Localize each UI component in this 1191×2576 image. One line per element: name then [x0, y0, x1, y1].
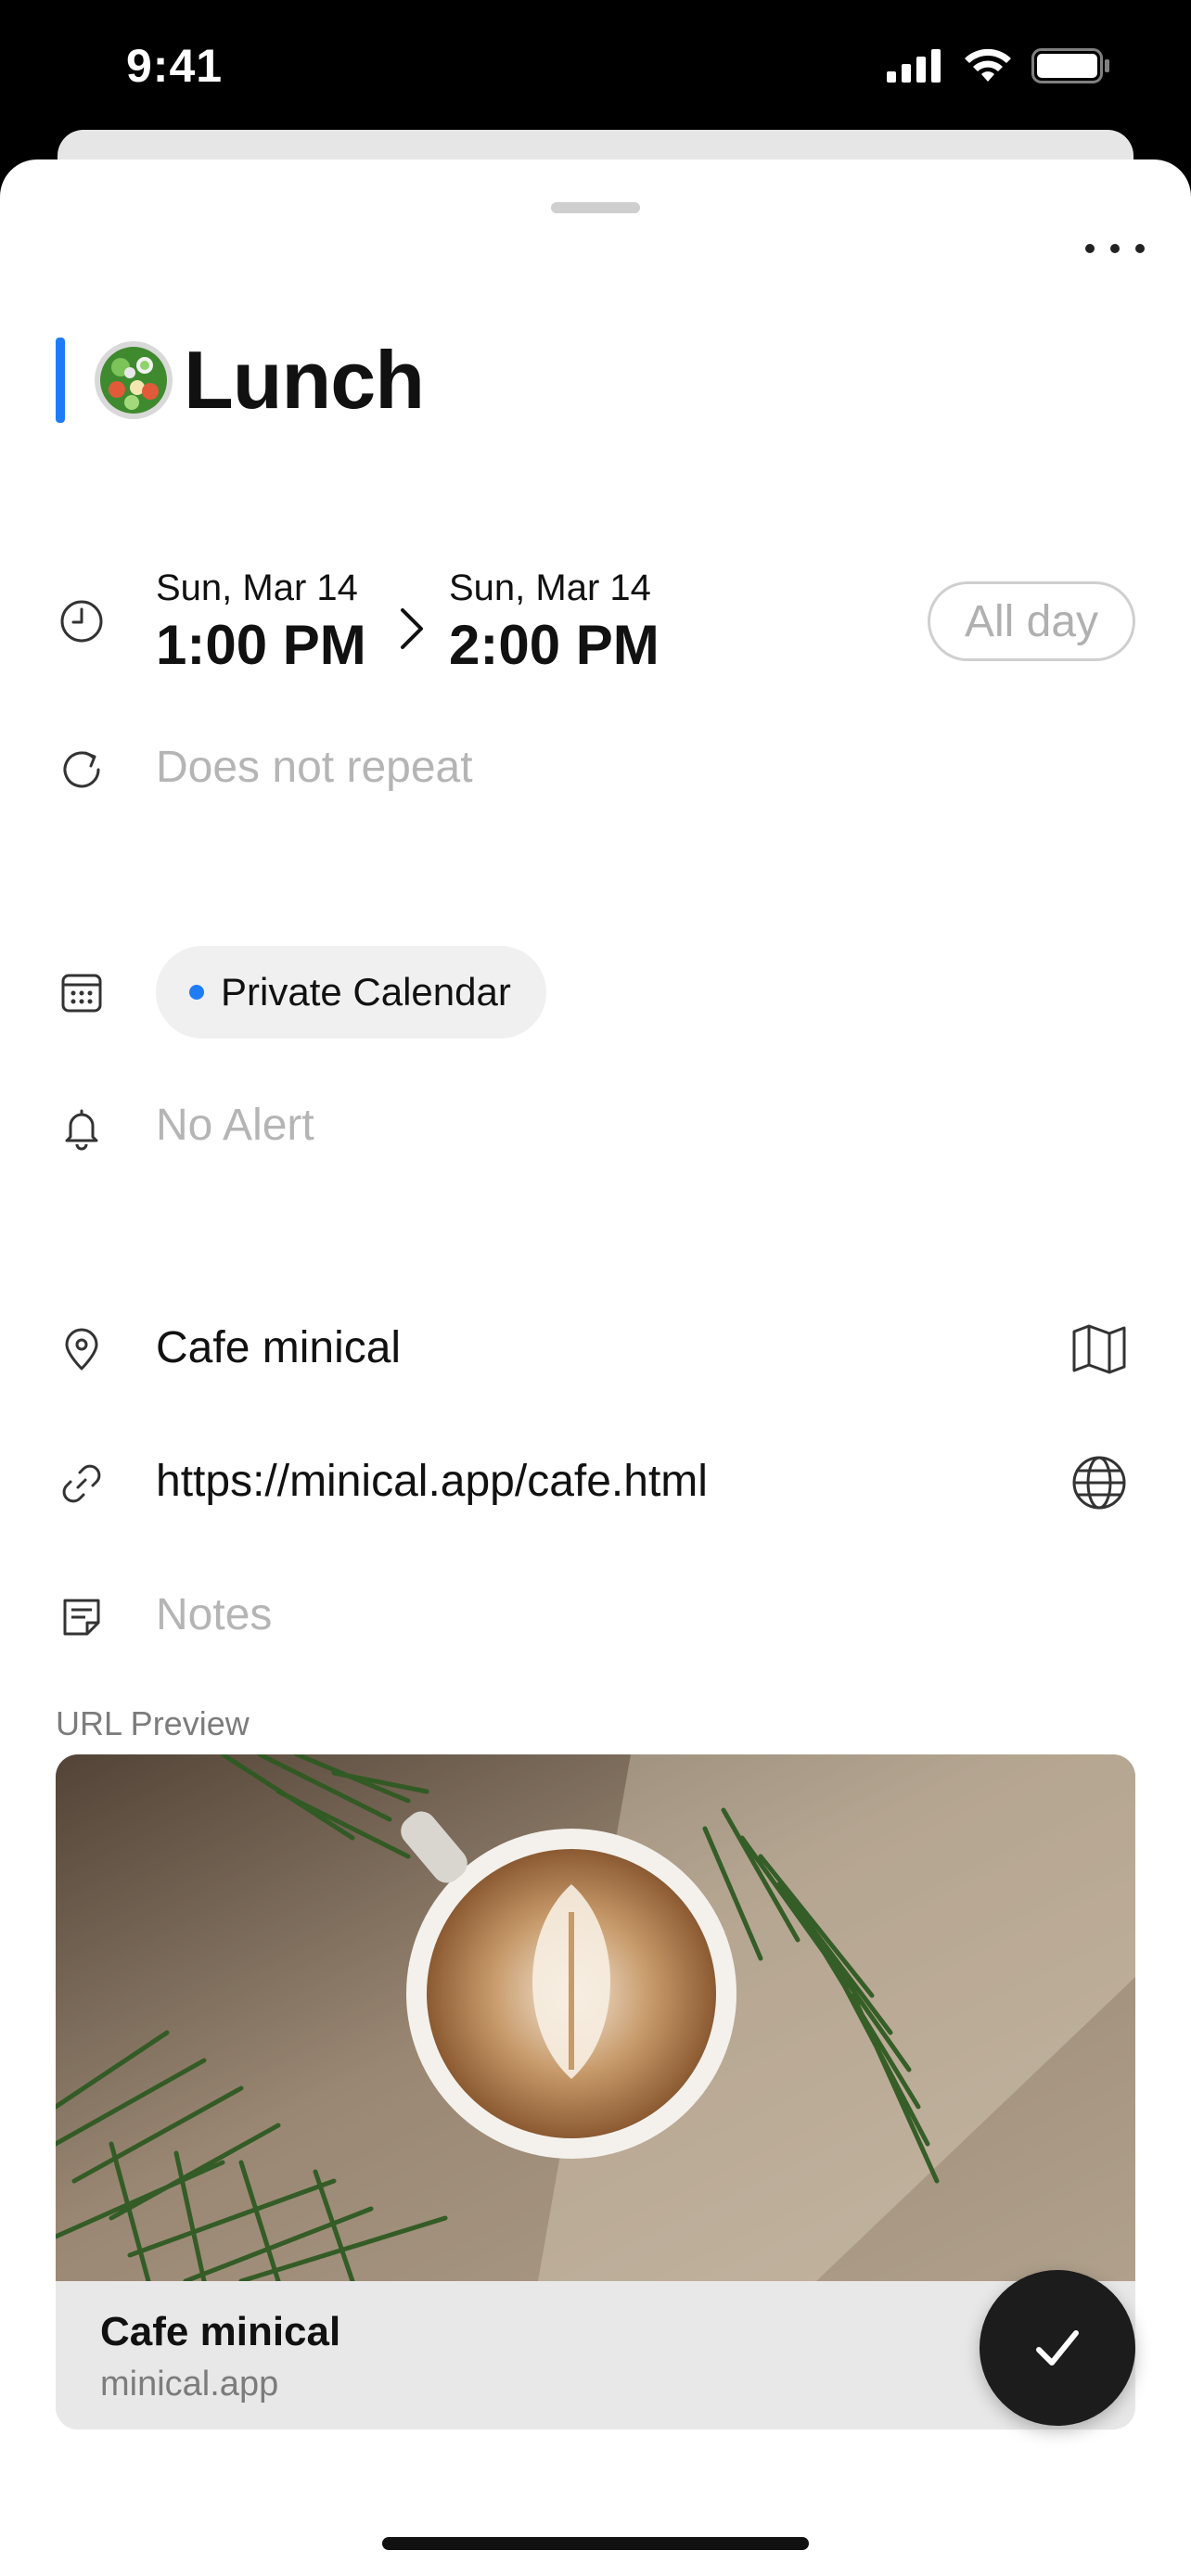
calendar-color-bar: [56, 338, 65, 423]
sheet-grabber[interactable]: [551, 202, 640, 213]
calendar-color-dot: [189, 985, 204, 1000]
link-icon: [56, 1458, 108, 1510]
repeat-icon: [56, 744, 108, 796]
home-indicator[interactable]: [382, 2537, 809, 2550]
location-field[interactable]: Cafe minical: [156, 1322, 401, 1373]
chevron-right-icon: [401, 608, 423, 649]
start-date: Sun, Mar 14: [156, 567, 358, 608]
url-preview-image: [56, 1754, 1135, 2281]
salad-emoji-icon: [95, 341, 173, 419]
notes-icon: [56, 1591, 108, 1643]
status-time: 9:41: [126, 40, 224, 92]
url-preview-footer: Cafe minical minical.app: [56, 2281, 1135, 2429]
url-preview-title: Cafe minical: [100, 2309, 341, 2354]
status-bar: 9:41: [0, 0, 1191, 139]
location-pin-icon: [56, 1324, 108, 1376]
checkmark-icon: [1036, 2330, 1079, 2366]
calendar-selector[interactable]: Private Calendar: [156, 946, 546, 1039]
event-title: Lunch: [184, 334, 425, 426]
done-button[interactable]: [980, 2270, 1135, 2426]
globe-icon[interactable]: [1067, 1450, 1132, 1515]
url-preview-domain: minical.app: [100, 2365, 279, 2404]
calendar-icon: [56, 966, 108, 1018]
end-datetime[interactable]: Sun, Mar 14 2:00 PM: [449, 567, 660, 677]
calendar-name: Private Calendar: [221, 970, 511, 1014]
end-date: Sun, Mar 14: [449, 567, 651, 608]
wifi-icon: [965, 48, 1011, 82]
start-datetime[interactable]: Sun, Mar 14 1:00 PM: [156, 567, 366, 677]
repeat-field[interactable]: Does not repeat: [156, 742, 473, 793]
url-field[interactable]: https://minical.app/cafe.html: [156, 1456, 708, 1507]
notes-field[interactable]: Notes: [156, 1589, 272, 1640]
more-horizontal-icon: [1085, 244, 1095, 253]
battery-icon: [1031, 48, 1109, 83]
url-preview-label: URL Preview: [56, 1704, 250, 1742]
all-day-toggle[interactable]: All day: [928, 581, 1135, 661]
url-preview-card[interactable]: Cafe minical minical.app: [56, 1754, 1135, 2429]
start-time: 1:00 PM: [156, 614, 366, 676]
status-icons: [887, 48, 1111, 83]
alert-field[interactable]: No Alert: [156, 1100, 314, 1151]
event-title-row[interactable]: Lunch: [56, 334, 425, 427]
more-button[interactable]: [1085, 230, 1145, 267]
clock-icon: [56, 595, 108, 647]
bell-icon: [56, 1102, 108, 1154]
map-icon[interactable]: [1067, 1317, 1132, 1382]
end-time: 2:00 PM: [449, 614, 660, 676]
cellular-signal-icon: [887, 49, 941, 83]
